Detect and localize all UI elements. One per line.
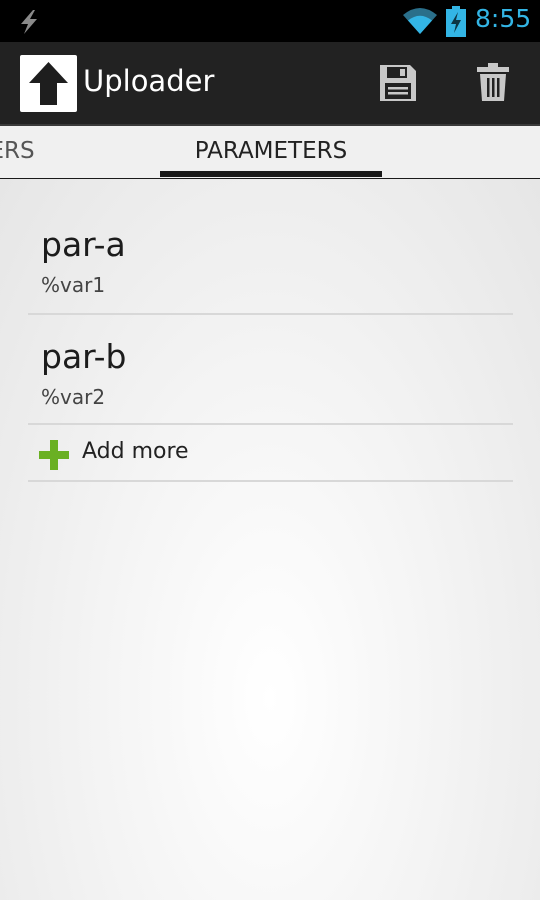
param-name: par-a <box>41 225 126 264</box>
delete-button[interactable] <box>453 42 533 124</box>
list-item-par-a[interactable]: par-a %var1 <box>28 211 513 315</box>
tab-selected-indicator <box>160 171 382 177</box>
action-bar: Uploader <box>0 42 540 126</box>
status-time: 8:55 <box>475 4 532 33</box>
app-icon[interactable] <box>20 55 77 112</box>
bolt-icon <box>21 10 37 34</box>
parameters-list: par-a %var1 par-b %var2 Add more <box>0 179 540 900</box>
app-title: Uploader <box>83 64 215 98</box>
param-value: %var1 <box>41 273 106 297</box>
wifi-icon <box>403 8 437 34</box>
tab-loaders[interactable]: ADERS <box>0 126 35 178</box>
param-name: par-b <box>41 337 127 376</box>
save-button[interactable] <box>358 42 438 124</box>
status-bar: 8:55 <box>0 0 540 42</box>
add-more-label: Add more <box>82 439 189 464</box>
param-value: %var2 <box>41 385 106 409</box>
floppy-disk-icon <box>380 65 416 101</box>
list-item-par-b[interactable]: par-b %var2 <box>28 323 513 425</box>
battery-charging-icon <box>446 6 466 37</box>
trash-icon <box>477 63 509 101</box>
add-more-button[interactable]: Add more <box>28 425 513 482</box>
tab-bar: ADERS PARAMETERS <box>0 126 540 180</box>
upload-arrow-icon <box>29 62 68 105</box>
plus-icon <box>39 440 69 470</box>
